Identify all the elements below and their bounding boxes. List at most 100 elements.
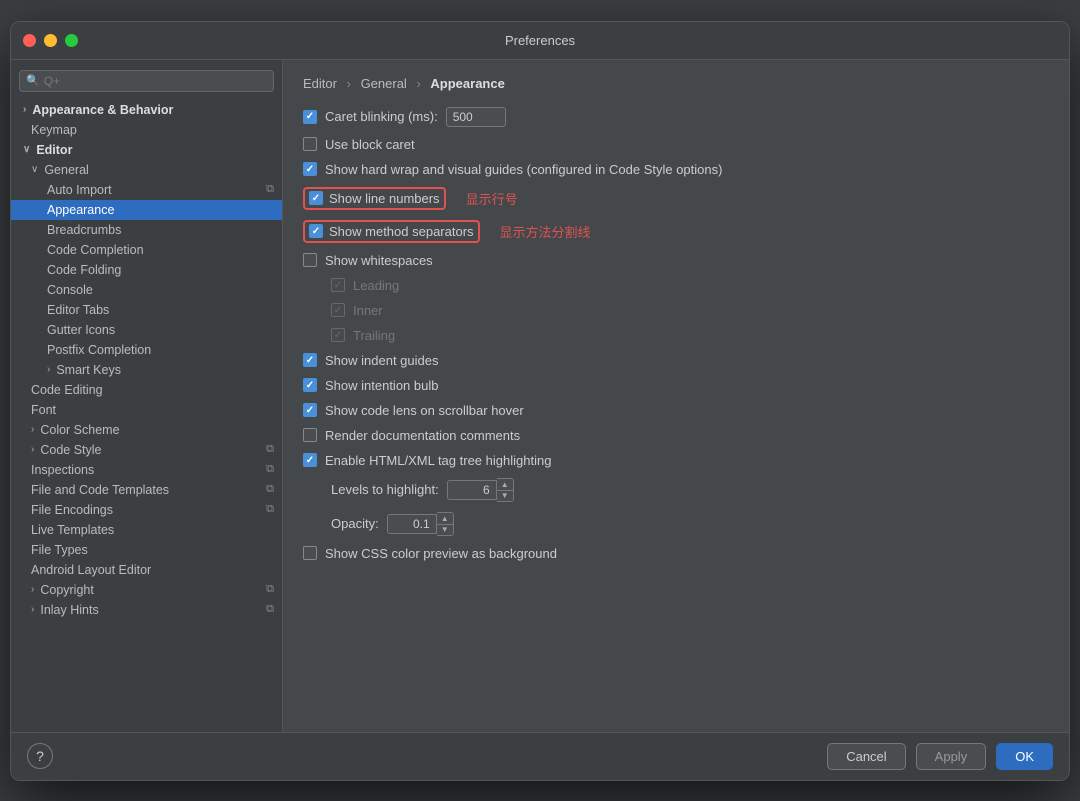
sidebar-item-live-templates[interactable]: Live Templates (11, 520, 282, 540)
sidebar-item-code-style[interactable]: › Code Style ⧉ (11, 440, 282, 460)
sidebar-item-editor[interactable]: ∨ Editor (11, 140, 282, 160)
cancel-button[interactable]: Cancel (827, 743, 905, 770)
close-button[interactable] (23, 34, 36, 47)
sidebar-item-inlay-hints[interactable]: › Inlay Hints ⧉ (11, 600, 282, 620)
show-indent-guides-checkbox[interactable] (303, 353, 317, 367)
sidebar-item-label: Editor Tabs (47, 303, 109, 317)
enable-html-xml-checkbox[interactable] (303, 453, 317, 467)
chevron-down-icon: ∨ (31, 164, 38, 175)
opacity-spinner[interactable]: ▲ ▼ (387, 512, 454, 536)
show-code-lens-row: Show code lens on scrollbar hover (303, 403, 1049, 418)
show-method-separators-highlight: Show method separators (303, 220, 480, 243)
sidebar-item-breadcrumbs[interactable]: Breadcrumbs (11, 220, 282, 240)
sidebar-item-label: Code Folding (47, 263, 121, 277)
sidebar-item-font[interactable]: Font (11, 400, 282, 420)
sidebar-item-appearance[interactable]: Appearance (11, 200, 282, 220)
caret-blinking-row: Caret blinking (ms): (303, 107, 1049, 127)
opacity-down-button[interactable]: ▼ (437, 524, 453, 535)
caret-blinking-label: Caret blinking (ms): (325, 109, 438, 124)
show-whitespaces-checkbox[interactable] (303, 253, 317, 267)
sidebar-item-android-layout-editor[interactable]: Android Layout Editor (11, 560, 282, 580)
sidebar-item-label: Editor (36, 143, 72, 157)
chevron-right-icon: › (31, 444, 34, 455)
sidebar-item-auto-import[interactable]: Auto Import ⧉ (11, 180, 282, 200)
sidebar-item-label: Code Editing (31, 383, 103, 397)
breadcrumb-sep-2: › (416, 76, 420, 91)
sidebar-item-label: File and Code Templates (31, 483, 169, 497)
sidebar-item-code-completion[interactable]: Code Completion (11, 240, 282, 260)
show-hard-wrap-checkbox[interactable] (303, 162, 317, 176)
sidebar-item-appearance-behavior[interactable]: › Appearance & Behavior (11, 100, 282, 120)
chevron-right-icon: › (47, 364, 50, 375)
show-method-separators-row: Show method separators 显示方法分割线 (303, 220, 1049, 243)
render-doc-comments-checkbox[interactable] (303, 428, 317, 442)
help-button[interactable]: ? (27, 743, 53, 769)
trailing-checkbox (331, 328, 345, 342)
breadcrumb-part-general: General (361, 76, 407, 91)
use-block-caret-label: Use block caret (325, 137, 415, 152)
levels-spinner[interactable]: ▲ ▼ (447, 478, 514, 502)
sidebar: 🔍 › Appearance & Behavior Keymap ∨ Edito… (11, 60, 283, 732)
show-css-checkbox[interactable] (303, 546, 317, 560)
levels-row: Levels to highlight: ▲ ▼ (303, 478, 1049, 502)
levels-label: Levels to highlight: (331, 482, 439, 497)
show-whitespaces-label: Show whitespaces (325, 253, 433, 268)
sidebar-item-gutter-icons[interactable]: Gutter Icons (11, 320, 282, 340)
sidebar-item-editor-tabs[interactable]: Editor Tabs (11, 300, 282, 320)
copy-icon: ⧉ (266, 463, 274, 476)
chevron-right-icon: › (31, 604, 34, 615)
sidebar-item-label: Gutter Icons (47, 323, 115, 337)
sidebar-item-code-editing[interactable]: Code Editing (11, 380, 282, 400)
traffic-lights (23, 34, 78, 47)
copy-icon: ⧉ (266, 183, 274, 196)
maximize-button[interactable] (65, 34, 78, 47)
show-code-lens-checkbox[interactable] (303, 403, 317, 417)
levels-input[interactable] (447, 480, 497, 500)
sidebar-item-color-scheme[interactable]: › Color Scheme (11, 420, 282, 440)
levels-down-button[interactable]: ▼ (497, 490, 513, 501)
sidebar-item-inspections[interactable]: Inspections ⧉ (11, 460, 282, 480)
sidebar-item-file-encodings[interactable]: File Encodings ⧉ (11, 500, 282, 520)
sidebar-item-label: File Encodings (31, 503, 113, 517)
minimize-button[interactable] (44, 34, 57, 47)
opacity-up-button[interactable]: ▲ (437, 513, 453, 524)
search-input[interactable] (44, 74, 267, 88)
sidebar-item-code-folding[interactable]: Code Folding (11, 260, 282, 280)
copy-icon: ⧉ (266, 503, 274, 516)
sidebar-item-smart-keys[interactable]: › Smart Keys (11, 360, 282, 380)
sidebar-item-label: File Types (31, 543, 88, 557)
leading-checkbox (331, 278, 345, 292)
use-block-caret-checkbox[interactable] (303, 137, 317, 151)
sidebar-item-postfix-completion[interactable]: Postfix Completion (11, 340, 282, 360)
sidebar-item-file-code-templates[interactable]: File and Code Templates ⧉ (11, 480, 282, 500)
sidebar-item-copyright[interactable]: › Copyright ⧉ (11, 580, 282, 600)
show-method-annotation: 显示方法分割线 (500, 222, 591, 241)
search-box[interactable]: 🔍 (19, 70, 274, 92)
show-line-numbers-checkbox[interactable] (309, 191, 323, 205)
sidebar-item-console[interactable]: Console (11, 280, 282, 300)
sidebar-item-file-types[interactable]: File Types (11, 540, 282, 560)
show-intention-bulb-checkbox[interactable] (303, 378, 317, 392)
show-code-lens-label: Show code lens on scrollbar hover (325, 403, 524, 418)
show-line-numbers-row: Show line numbers 显示行号 (303, 187, 1049, 210)
show-css-row: Show CSS color preview as background (303, 546, 1049, 561)
sidebar-item-label: Live Templates (31, 523, 114, 537)
caret-blinking-input[interactable] (446, 107, 506, 127)
show-whitespaces-row: Show whitespaces (303, 253, 1049, 268)
ok-button[interactable]: OK (996, 743, 1053, 770)
show-css-label: Show CSS color preview as background (325, 546, 557, 561)
breadcrumb: Editor › General › Appearance (303, 76, 1049, 91)
sidebar-item-keymap[interactable]: Keymap (11, 120, 282, 140)
levels-up-button[interactable]: ▲ (497, 479, 513, 490)
sidebar-item-general[interactable]: ∨ General (11, 160, 282, 180)
preferences-window: Preferences 🔍 › Appearance & Behavior Ke… (10, 21, 1070, 781)
sidebar-item-label: Postfix Completion (47, 343, 151, 357)
show-method-separators-checkbox[interactable] (309, 224, 323, 238)
apply-button[interactable]: Apply (916, 743, 987, 770)
sidebar-item-label: Breadcrumbs (47, 223, 121, 237)
caret-blinking-checkbox[interactable] (303, 110, 317, 124)
inner-label: Inner (353, 303, 383, 318)
content-area: 🔍 › Appearance & Behavior Keymap ∨ Edito… (11, 60, 1069, 732)
opacity-input[interactable] (387, 514, 437, 534)
sidebar-item-label: General (44, 163, 88, 177)
